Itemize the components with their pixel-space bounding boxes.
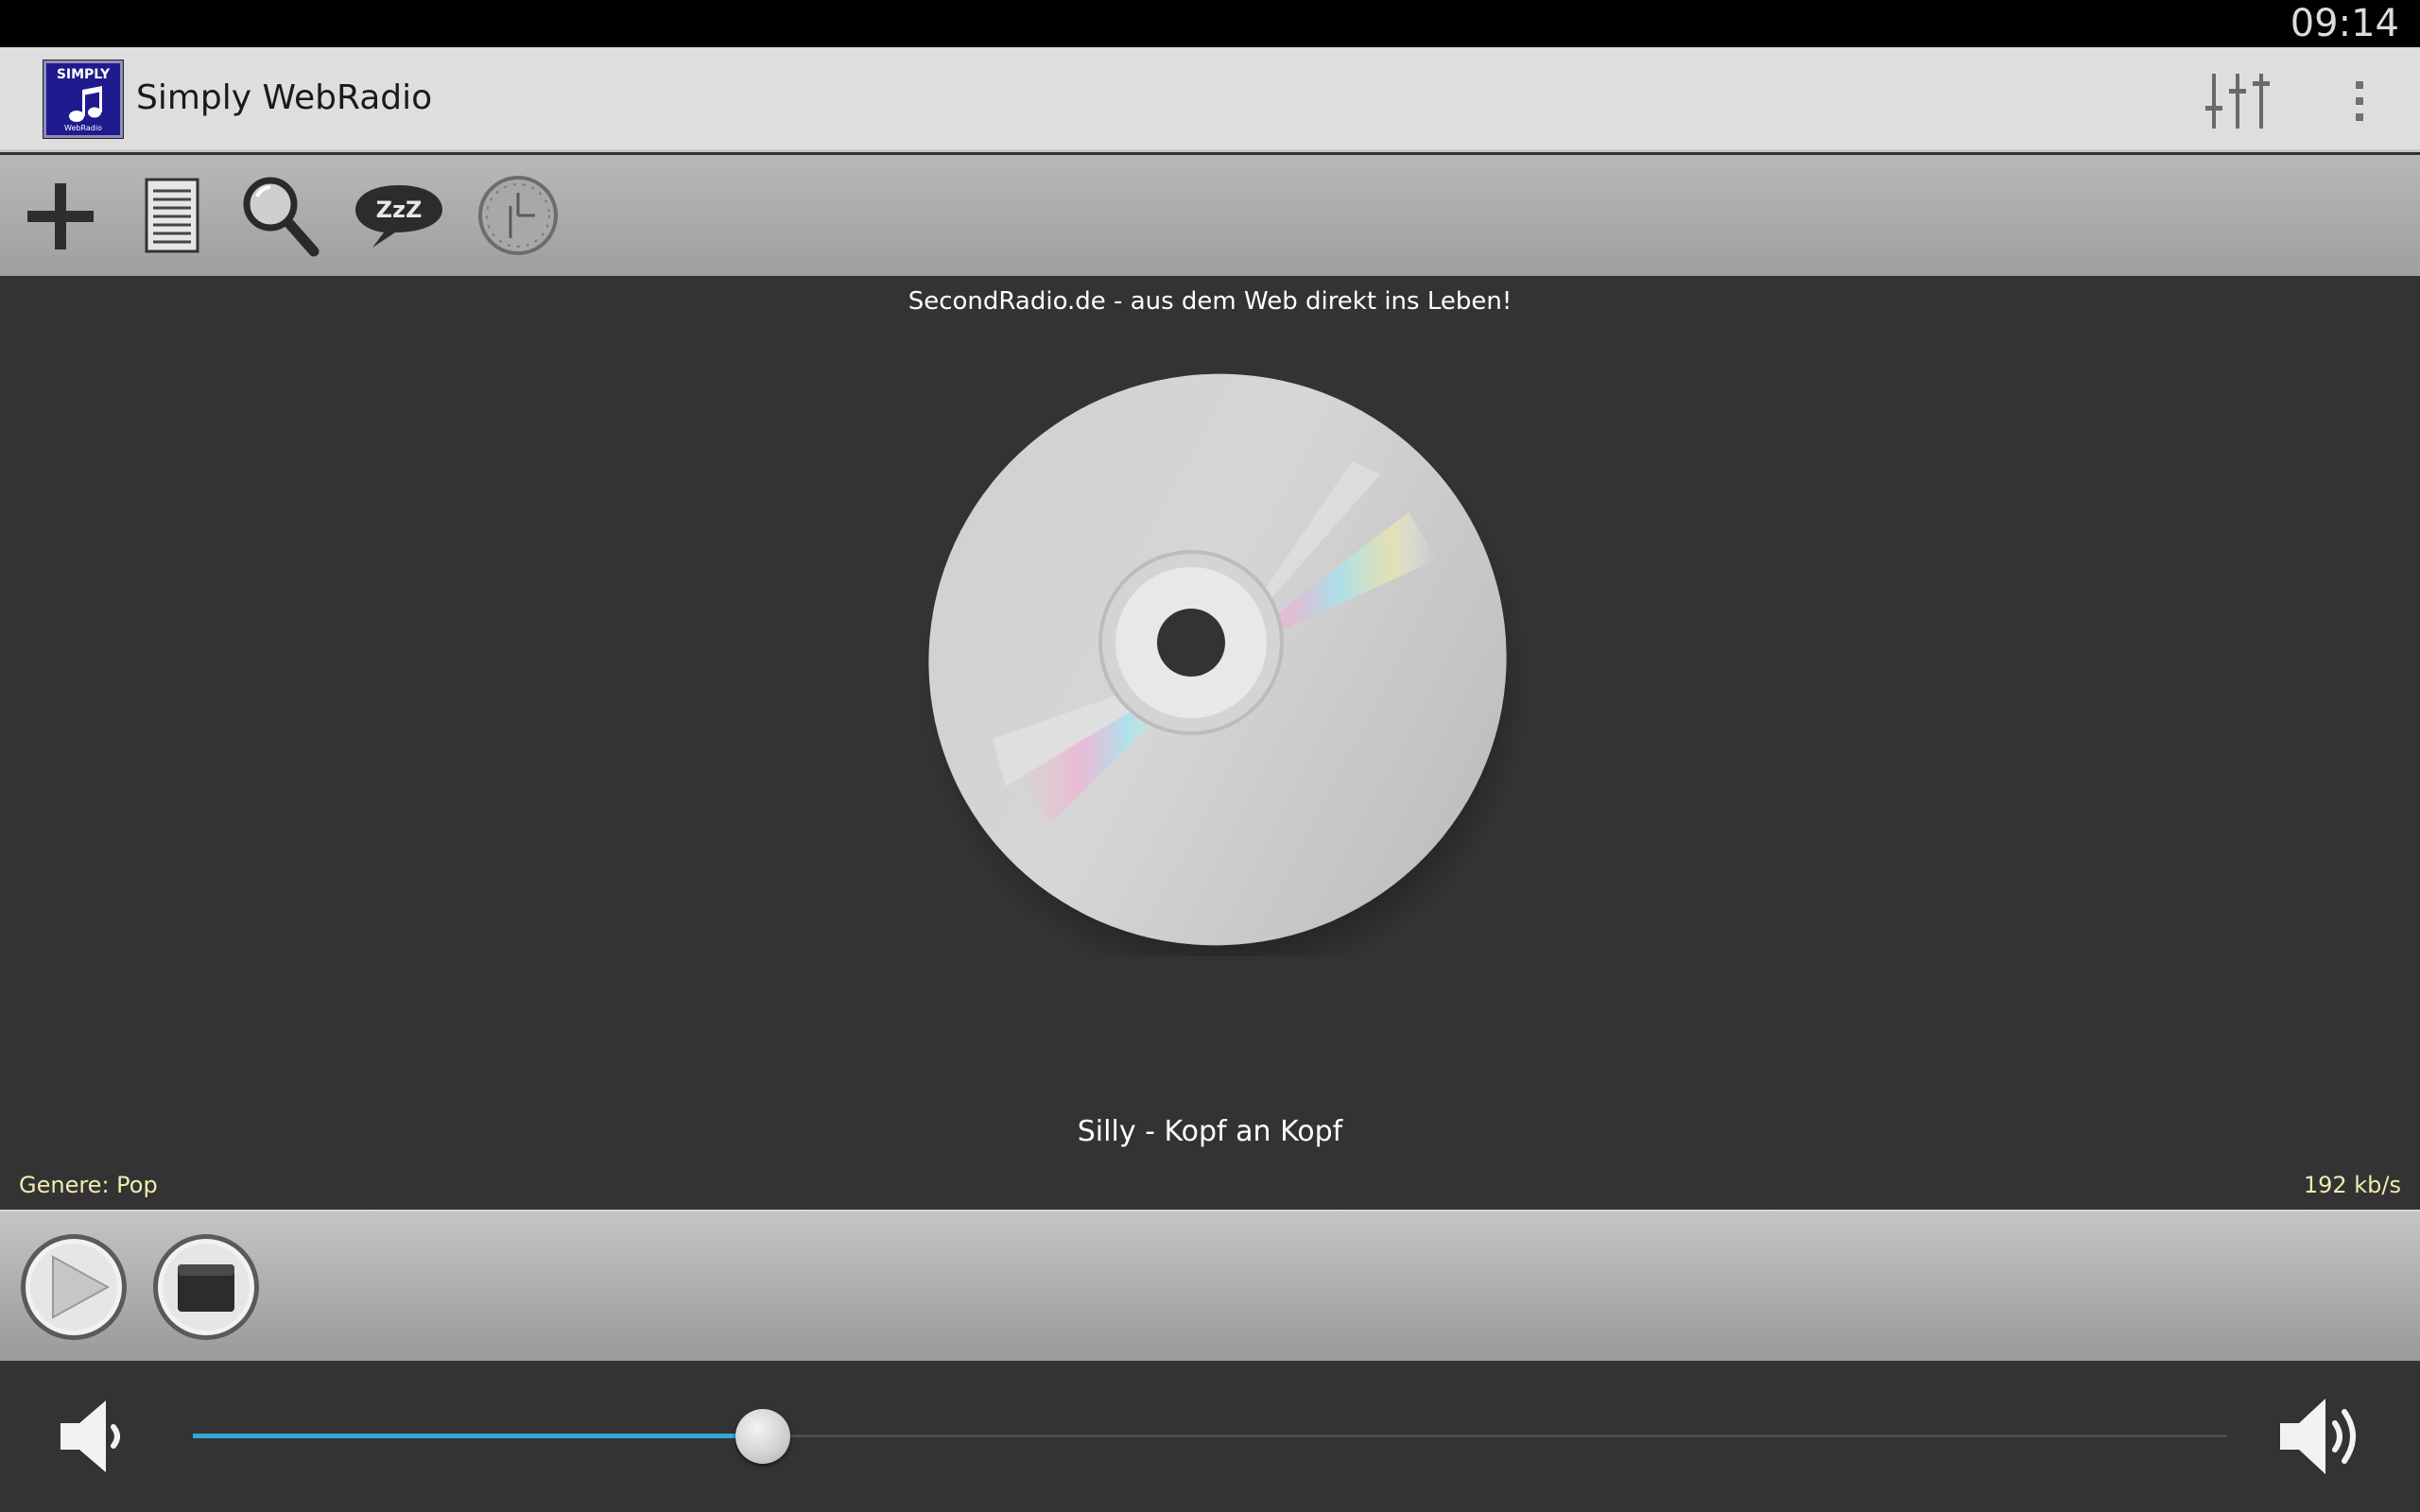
- action-bar: SIMPLY WebRadio Simply WebRadio: [0, 47, 2420, 152]
- cd-disc-artwork: [922, 373, 1527, 956]
- status-bar: 09:14: [0, 0, 2420, 47]
- sleep-icon[interactable]: ZzZ: [350, 168, 448, 263]
- volume-low-icon[interactable]: [57, 1397, 132, 1476]
- svg-text:ZzZ: ZzZ: [376, 197, 423, 223]
- toolbar: ZzZ: [0, 155, 2420, 276]
- app-title: Simply WebRadio: [136, 78, 433, 117]
- alarm-clock-icon[interactable]: [469, 168, 567, 263]
- bitrate-label: 192 kb/s: [2303, 1172, 2401, 1198]
- track-title: Silly - Kopf an Kopf: [1077, 1115, 1343, 1148]
- volume-slider[interactable]: [193, 1409, 2227, 1464]
- playback-controls: [0, 1210, 2420, 1361]
- volume-bar: [0, 1361, 2420, 1512]
- logo-bottom-text: WebRadio: [64, 124, 102, 132]
- play-icon[interactable]: [19, 1232, 129, 1342]
- overflow-menu-icon[interactable]: [2341, 68, 2378, 134]
- app-logo[interactable]: SIMPLY WebRadio: [43, 60, 123, 138]
- stop-icon[interactable]: [151, 1232, 261, 1342]
- add-icon[interactable]: [11, 168, 110, 263]
- station-title: SecondRadio.de - aus dem Web direkt ins …: [908, 287, 1512, 316]
- player-area: SecondRadio.de - aus dem Web direkt ins …: [0, 276, 2420, 1210]
- logo-top-text: SIMPLY: [56, 67, 111, 82]
- search-icon[interactable]: [231, 168, 329, 263]
- status-clock: 09:14: [2290, 2, 2399, 45]
- list-icon[interactable]: [123, 168, 221, 263]
- volume-slider-fill: [193, 1434, 763, 1438]
- genre-label: Genere: Pop: [19, 1172, 158, 1198]
- volume-slider-thumb[interactable]: [735, 1409, 790, 1464]
- music-note-icon: [69, 86, 102, 122]
- equalizer-icon[interactable]: [2203, 68, 2273, 134]
- volume-high-icon[interactable]: [2276, 1389, 2371, 1484]
